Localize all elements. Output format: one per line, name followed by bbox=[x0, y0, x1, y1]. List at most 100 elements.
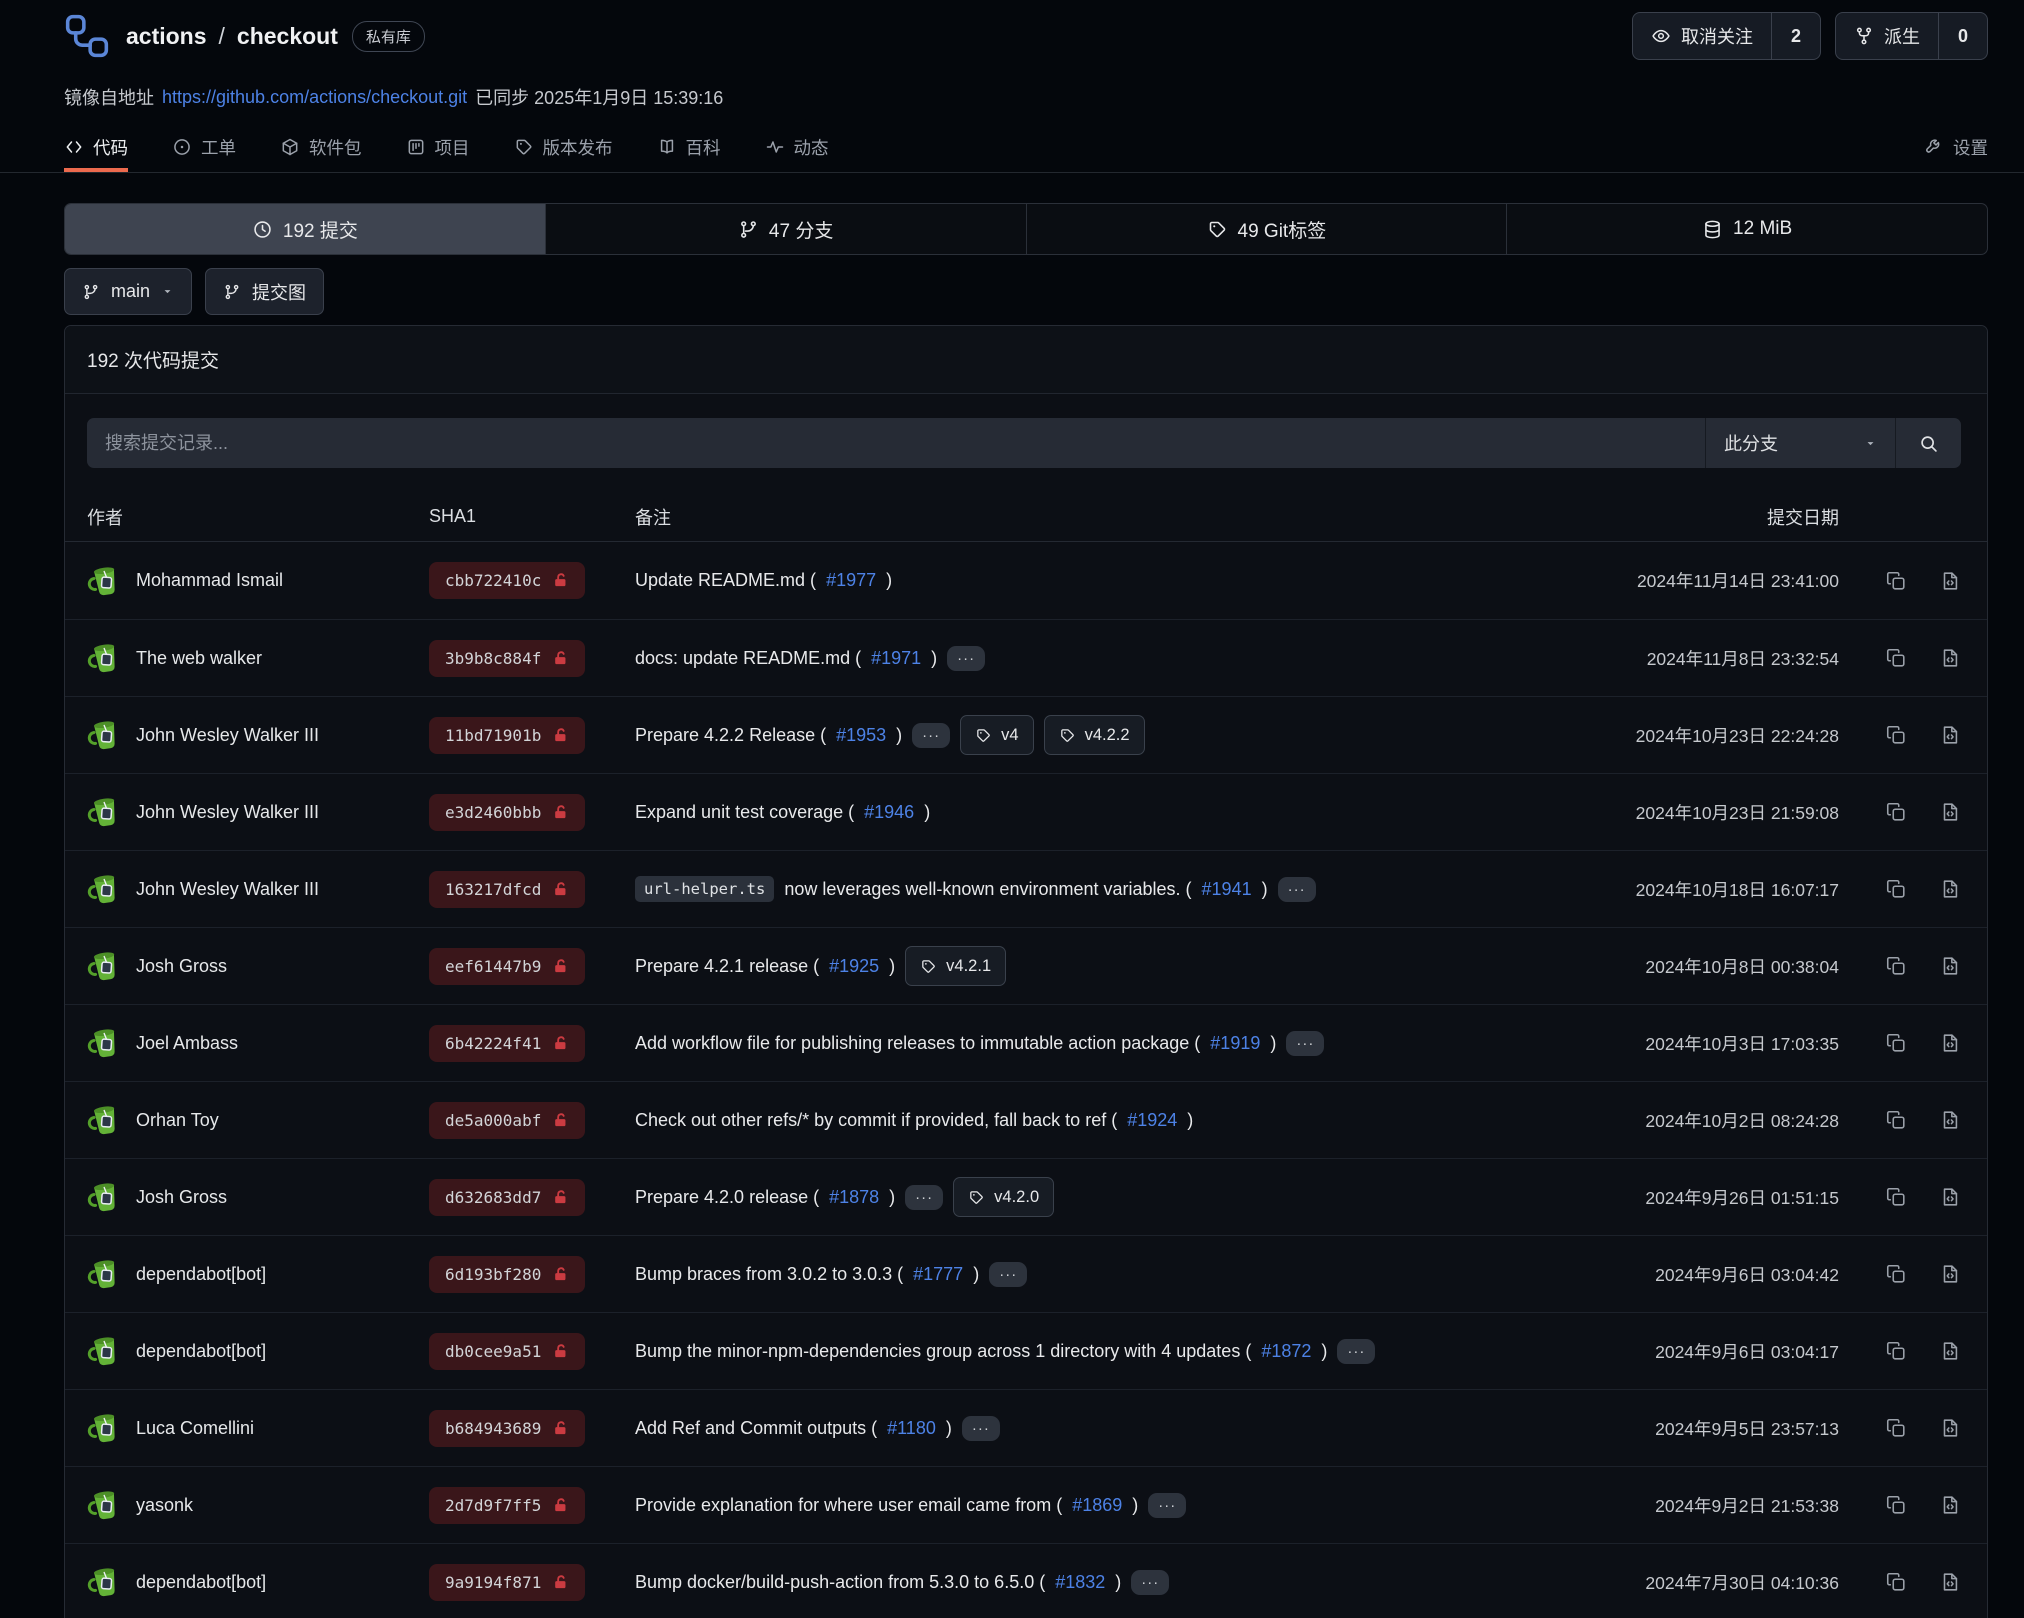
author-name[interactable]: The web walker bbox=[136, 648, 262, 669]
commit-sha-badge[interactable]: 6d193bf280 bbox=[429, 1256, 585, 1293]
copy-sha-button[interactable] bbox=[1885, 724, 1907, 746]
browse-source-at-commit-button[interactable] bbox=[1939, 878, 1961, 900]
browse-source-at-commit-button[interactable] bbox=[1939, 1109, 1961, 1131]
copy-sha-button[interactable] bbox=[1885, 1340, 1907, 1362]
avatar[interactable] bbox=[87, 947, 123, 985]
issue-link[interactable]: #1777 bbox=[913, 1264, 963, 1285]
commit-graph-button[interactable]: 提交图 bbox=[205, 268, 324, 315]
branch-select-button[interactable]: main bbox=[64, 268, 192, 315]
tab-packages[interactable]: 软件包 bbox=[280, 126, 362, 172]
avatar[interactable] bbox=[87, 1563, 123, 1601]
browse-source-at-commit-button[interactable] bbox=[1939, 1186, 1961, 1208]
commit-sha-badge[interactable]: d632683dd7 bbox=[429, 1179, 585, 1216]
tag-pill[interactable]: v4.2.1 bbox=[905, 946, 1006, 986]
issue-link[interactable]: #1872 bbox=[1261, 1341, 1311, 1362]
issue-link[interactable]: #1953 bbox=[836, 725, 886, 746]
browse-source-at-commit-button[interactable] bbox=[1939, 1417, 1961, 1439]
summary-size[interactable]: 12 MiB bbox=[1506, 204, 1987, 254]
expand-commit-message-button[interactable]: ··· bbox=[905, 1185, 943, 1210]
avatar[interactable] bbox=[87, 793, 123, 831]
avatar[interactable] bbox=[87, 1178, 123, 1216]
copy-sha-button[interactable] bbox=[1885, 1186, 1907, 1208]
summary-tags[interactable]: 49 Git标签 bbox=[1026, 204, 1507, 254]
expand-commit-message-button[interactable]: ··· bbox=[1148, 1493, 1186, 1518]
issue-link[interactable]: #1919 bbox=[1210, 1033, 1260, 1054]
commit-sha-badge[interactable]: de5a000abf bbox=[429, 1102, 585, 1139]
commit-sha-badge[interactable]: db0cee9a51 bbox=[429, 1333, 585, 1370]
commit-sha-badge[interactable]: 163217dfcd bbox=[429, 871, 585, 908]
author-name[interactable]: yasonk bbox=[136, 1495, 193, 1516]
author-name[interactable]: Orhan Toy bbox=[136, 1110, 219, 1131]
commit-sha-badge[interactable]: 6b42224f41 bbox=[429, 1025, 585, 1062]
repo-owner-link[interactable]: actions bbox=[126, 23, 207, 50]
expand-commit-message-button[interactable]: ··· bbox=[912, 723, 950, 748]
copy-sha-button[interactable] bbox=[1885, 801, 1907, 823]
avatar[interactable] bbox=[87, 1024, 123, 1062]
browse-source-at-commit-button[interactable] bbox=[1939, 1571, 1961, 1593]
expand-commit-message-button[interactable]: ··· bbox=[947, 646, 985, 671]
issue-link[interactable]: #1971 bbox=[871, 648, 921, 669]
issue-link[interactable]: #1977 bbox=[826, 570, 876, 591]
author-name[interactable]: John Wesley Walker III bbox=[136, 802, 319, 823]
avatar[interactable] bbox=[87, 562, 123, 600]
commit-sha-badge[interactable]: 3b9b8c884f bbox=[429, 640, 585, 677]
summary-commits[interactable]: 192 提交 bbox=[65, 204, 545, 254]
tag-pill[interactable]: v4.2.2 bbox=[1044, 715, 1145, 755]
tag-pill[interactable]: v4 bbox=[960, 715, 1033, 755]
issue-link[interactable]: #1941 bbox=[1202, 879, 1252, 900]
tab-issues[interactable]: 工单 bbox=[172, 126, 236, 172]
copy-sha-button[interactable] bbox=[1885, 1109, 1907, 1131]
search-commits-button[interactable] bbox=[1895, 418, 1961, 468]
expand-commit-message-button[interactable]: ··· bbox=[989, 1262, 1027, 1287]
browse-source-at-commit-button[interactable] bbox=[1939, 1263, 1961, 1285]
author-name[interactable]: Mohammad Ismail bbox=[136, 570, 283, 591]
tab-code[interactable]: 代码 bbox=[64, 126, 128, 172]
commit-sha-badge[interactable]: 9a9194f871 bbox=[429, 1564, 585, 1601]
tab-projects[interactable]: 项目 bbox=[406, 126, 470, 172]
browse-source-at-commit-button[interactable] bbox=[1939, 1494, 1961, 1516]
author-name[interactable]: Luca Comellini bbox=[136, 1418, 254, 1439]
issue-link[interactable]: #1946 bbox=[864, 802, 914, 823]
avatar[interactable] bbox=[87, 1486, 123, 1524]
copy-sha-button[interactable] bbox=[1885, 1417, 1907, 1439]
author-name[interactable]: Josh Gross bbox=[136, 956, 227, 977]
issue-link[interactable]: #1924 bbox=[1127, 1110, 1177, 1131]
author-name[interactable]: dependabot[bot] bbox=[136, 1264, 266, 1285]
tab-settings[interactable]: 设置 bbox=[1924, 126, 1988, 172]
fork-button[interactable]: 派生 bbox=[1836, 13, 1938, 59]
copy-sha-button[interactable] bbox=[1885, 570, 1907, 592]
avatar[interactable] bbox=[87, 1409, 123, 1447]
tab-releases[interactable]: 版本发布 bbox=[514, 126, 613, 172]
copy-sha-button[interactable] bbox=[1885, 1494, 1907, 1516]
browse-source-at-commit-button[interactable] bbox=[1939, 801, 1961, 823]
fork-count[interactable]: 0 bbox=[1938, 13, 1987, 59]
browse-source-at-commit-button[interactable] bbox=[1939, 647, 1961, 669]
author-name[interactable]: John Wesley Walker III bbox=[136, 725, 319, 746]
summary-branches[interactable]: 47 分支 bbox=[545, 204, 1026, 254]
author-name[interactable]: dependabot[bot] bbox=[136, 1341, 266, 1362]
author-name[interactable]: John Wesley Walker III bbox=[136, 879, 319, 900]
tab-activity[interactable]: 动态 bbox=[765, 126, 829, 172]
expand-commit-message-button[interactable]: ··· bbox=[962, 1416, 1000, 1441]
copy-sha-button[interactable] bbox=[1885, 1032, 1907, 1054]
tab-wiki[interactable]: 百科 bbox=[657, 126, 721, 172]
issue-link[interactable]: #1869 bbox=[1072, 1495, 1122, 1516]
issue-link[interactable]: #1878 bbox=[829, 1187, 879, 1208]
issue-link[interactable]: #1925 bbox=[829, 956, 879, 977]
browse-source-at-commit-button[interactable] bbox=[1939, 1032, 1961, 1054]
avatar[interactable] bbox=[87, 716, 123, 754]
tag-pill[interactable]: v4.2.0 bbox=[953, 1177, 1054, 1217]
avatar[interactable] bbox=[87, 870, 123, 908]
commit-sha-badge[interactable]: 2d7d9f7ff5 bbox=[429, 1487, 585, 1524]
search-commits-input[interactable] bbox=[87, 418, 1705, 468]
commit-sha-badge[interactable]: b684943689 bbox=[429, 1410, 585, 1447]
expand-commit-message-button[interactable]: ··· bbox=[1278, 877, 1316, 902]
commit-sha-badge[interactable]: 11bd71901b bbox=[429, 717, 585, 754]
commit-sha-badge[interactable]: eef61447b9 bbox=[429, 948, 585, 985]
commit-sha-badge[interactable]: cbb722410c bbox=[429, 562, 585, 599]
issue-link[interactable]: #1180 bbox=[887, 1418, 936, 1439]
copy-sha-button[interactable] bbox=[1885, 1571, 1907, 1593]
browse-source-at-commit-button[interactable] bbox=[1939, 570, 1961, 592]
repo-name-link[interactable]: checkout bbox=[237, 23, 338, 50]
mirror-url-link[interactable]: https://github.com/actions/checkout.git bbox=[162, 87, 467, 108]
